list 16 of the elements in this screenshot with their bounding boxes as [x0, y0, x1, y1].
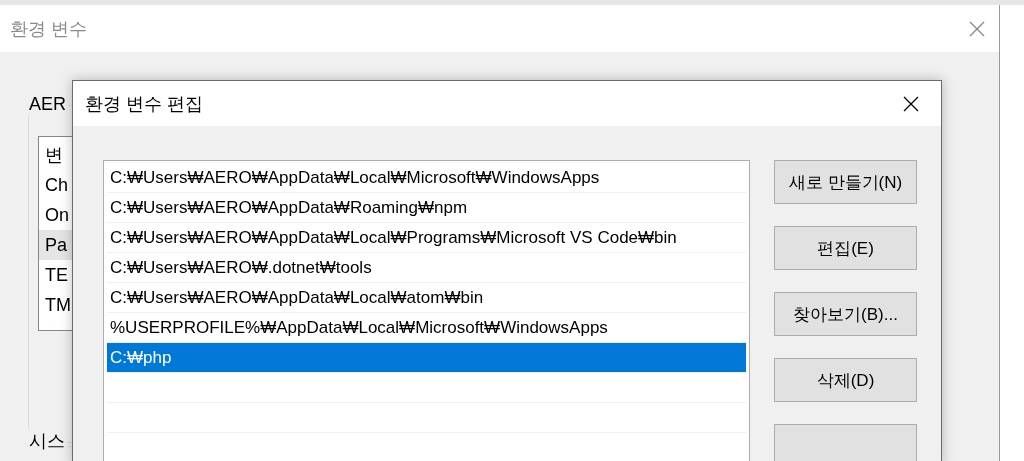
window-title: 환경 변수 — [10, 17, 87, 41]
button[interactable]: 새로 만들기(N) — [774, 160, 917, 204]
list-item[interactable]: C:₩Users₩AERO₩.dotnet₩tools — [107, 253, 746, 283]
group-label: AER — [27, 94, 68, 115]
list-item[interactable]: C:₩Users₩AERO₩AppData₩Roaming₩npm — [107, 193, 746, 223]
list-item[interactable]: C:₩php — [107, 343, 746, 373]
button[interactable]: 편집(E) — [774, 226, 917, 270]
group-label: 시스 — [27, 429, 67, 453]
list-item[interactable]: C:₩Users₩AERO₩AppData₩Local₩Microsoft₩WindowsApps — [107, 163, 746, 193]
list-item[interactable]: C:₩Users₩AERO₩AppData₩Local₩Programs₩Microsoft VS Code₩bin — [107, 223, 746, 253]
dialog-title: 환경 변수 편집 — [85, 92, 203, 116]
list-item[interactable]: C:₩Users₩AERO₩AppData₩Local₩atom₩bin — [107, 283, 746, 313]
close-icon[interactable] — [903, 95, 919, 112]
button[interactable]: 삭제(D) — [774, 358, 917, 402]
column-header: 변 — [44, 144, 64, 167]
button[interactable]: 찾아보기(B)... — [774, 292, 917, 336]
